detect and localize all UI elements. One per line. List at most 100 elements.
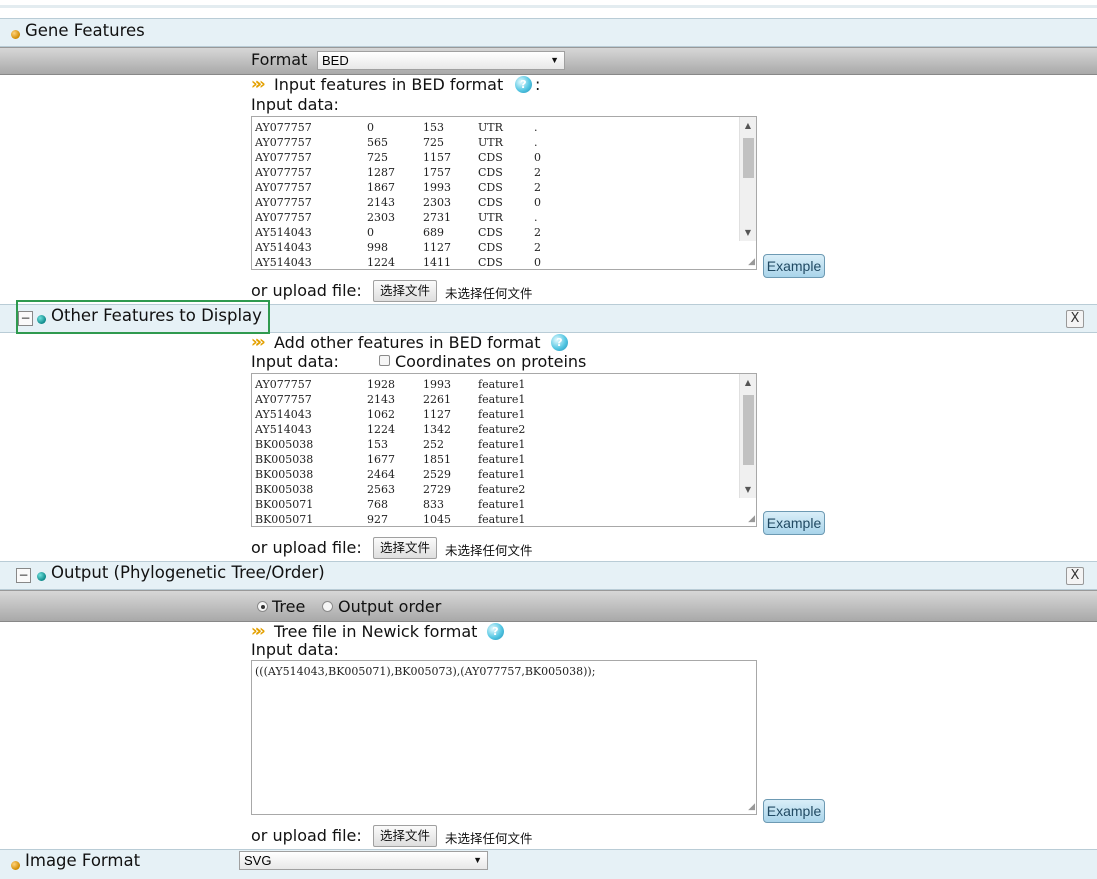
table-cell: 0: [534, 151, 541, 164]
table-cell: 1677: [367, 453, 395, 466]
table-cell: AY077757: [255, 151, 312, 164]
example-button[interactable]: Example: [763, 511, 825, 535]
table-cell: AY077757: [255, 196, 312, 209]
table-cell: 1224: [367, 423, 395, 436]
table-row: BK005038 1677 1851 feature1: [255, 452, 534, 467]
gene-features-textarea[interactable]: AY077757 0 153 UTR. AY077757 565 725 UTR. AY0777…: [251, 116, 757, 270]
table-cell: CDS: [478, 196, 503, 209]
table-cell: 1127: [423, 408, 451, 421]
table-cell: BK005038: [255, 438, 314, 451]
table-row: AY077757 1287 1757 CDS 2: [255, 165, 554, 180]
table-cell: 2: [534, 241, 541, 254]
table-row: AY514043 1224 1342 feature2: [255, 422, 534, 437]
scrollbar[interactable]: ▲ ▼: [739, 374, 756, 498]
table-cell: 153: [367, 438, 388, 451]
input-data-label: Input data:: [251, 352, 339, 371]
table-cell: 2303: [367, 211, 395, 224]
upload-label: or upload file:: [251, 281, 362, 300]
table-cell: 1993: [423, 378, 451, 391]
input-heading-text: Input features in BED format: [274, 75, 504, 94]
table-cell: 1342: [423, 423, 451, 436]
choose-file-button[interactable]: 选择文件: [373, 280, 438, 302]
table-cell: CDS: [478, 151, 503, 164]
no-file-text: 未选择任何文件: [445, 543, 533, 558]
table-cell: 2: [534, 226, 541, 239]
table-cell: .: [534, 211, 538, 224]
table-cell: .: [534, 121, 538, 134]
table-cell: AY077757: [255, 181, 312, 194]
other-features-header: − Other Features to Display X: [0, 300, 1097, 334]
tree-radio[interactable]: [257, 601, 268, 612]
scroll-thumb[interactable]: [743, 138, 754, 178]
resize-handle-icon[interactable]: ◢: [745, 803, 755, 813]
table-cell: BK005071: [255, 513, 314, 526]
table-cell: 1157: [423, 151, 451, 164]
close-icon[interactable]: X: [1066, 567, 1084, 585]
format-select[interactable]: BED ▼: [317, 51, 565, 70]
collapse-button[interactable]: −: [18, 311, 33, 326]
table-cell: 1045: [423, 513, 451, 526]
table-cell: feature1: [478, 378, 526, 391]
chevron-down-icon: ▼: [473, 855, 482, 865]
table-cell: 2464: [367, 468, 395, 481]
table-cell: feature1: [478, 453, 526, 466]
table-cell: AY077757: [255, 211, 312, 224]
table-row: AY077757 725 1157 CDS 0: [255, 150, 554, 165]
scroll-thumb[interactable]: [743, 395, 754, 465]
other-features-rows: AY077757 1928 1993 feature1 AY077757 2143 2261…: [255, 377, 534, 526]
table-cell: 0: [534, 256, 541, 269]
bullet-icon: [37, 315, 46, 324]
table-cell: 1062: [367, 408, 395, 421]
choose-file-button[interactable]: 选择文件: [373, 825, 438, 847]
resize-handle-icon[interactable]: ◢: [745, 258, 755, 268]
scroll-up-icon[interactable]: ▲: [740, 375, 756, 391]
scrollbar[interactable]: ▲ ▼: [739, 117, 756, 241]
input-heading-text: Add other features in BED format: [274, 333, 541, 352]
table-cell: 2261: [423, 393, 451, 406]
section-title: Output (Phylogenetic Tree/Order): [51, 563, 325, 582]
other-features-textarea[interactable]: AY077757 1928 1993 feature1 AY077757 2143 2261…: [251, 373, 757, 527]
table-cell: 1757: [423, 166, 451, 179]
choose-file-button[interactable]: 选择文件: [373, 537, 438, 559]
gene-features-rows: AY077757 0 153 UTR. AY077757 565 725 UTR. AY0777…: [255, 120, 554, 269]
table-cell: CDS: [478, 181, 503, 194]
table-cell: feature2: [478, 483, 526, 496]
table-cell: 0: [367, 226, 374, 239]
table-cell: feature1: [478, 513, 526, 526]
table-cell: 725: [367, 151, 388, 164]
scroll-down-icon[interactable]: ▼: [740, 482, 756, 498]
help-icon[interactable]: ?: [551, 334, 568, 351]
newick-textarea[interactable]: (((AY514043,BK005071),BK005073),(AY07775…: [251, 660, 757, 815]
table-cell: 2303: [423, 196, 451, 209]
bullet-icon: [11, 30, 20, 39]
table-cell: 1851: [423, 453, 451, 466]
example-button[interactable]: Example: [763, 799, 825, 823]
resize-handle-icon[interactable]: ◢: [745, 515, 755, 525]
collapse-button[interactable]: −: [16, 568, 31, 583]
image-format-header: Image Format SVG ▼: [0, 849, 1097, 879]
table-cell: 2529: [423, 468, 451, 481]
table-row: AY514043 998 1127 CDS 2: [255, 240, 554, 255]
scroll-down-icon[interactable]: ▼: [740, 225, 756, 241]
table-cell: 2729: [423, 483, 451, 496]
help-icon[interactable]: ?: [487, 623, 504, 640]
table-cell: 0: [367, 121, 374, 134]
coordinates-checkbox[interactable]: [379, 355, 390, 366]
table-row: AY514043 0 689 CDS 2: [255, 225, 554, 240]
table-cell: feature2: [478, 423, 526, 436]
table-cell: AY514043: [255, 408, 312, 421]
help-icon[interactable]: ?: [515, 76, 532, 93]
image-format-select[interactable]: SVG ▼: [239, 851, 488, 870]
table-cell: 768: [367, 498, 388, 511]
output-order-radio[interactable]: [322, 601, 333, 612]
table-cell: AY514043: [255, 241, 312, 254]
scroll-up-icon[interactable]: ▲: [740, 118, 756, 134]
table-row: AY077757 1867 1993 CDS 2: [255, 180, 554, 195]
output-header: − Output (Phylogenetic Tree/Order) X: [0, 561, 1097, 590]
close-icon[interactable]: X: [1066, 310, 1084, 328]
table-cell: 1287: [367, 166, 395, 179]
table-row: AY514043 1062 1127 feature1: [255, 407, 534, 422]
table-row: AY077757 0 153 UTR.: [255, 120, 554, 135]
table-cell: 2563: [367, 483, 395, 496]
example-button[interactable]: Example: [763, 254, 825, 278]
